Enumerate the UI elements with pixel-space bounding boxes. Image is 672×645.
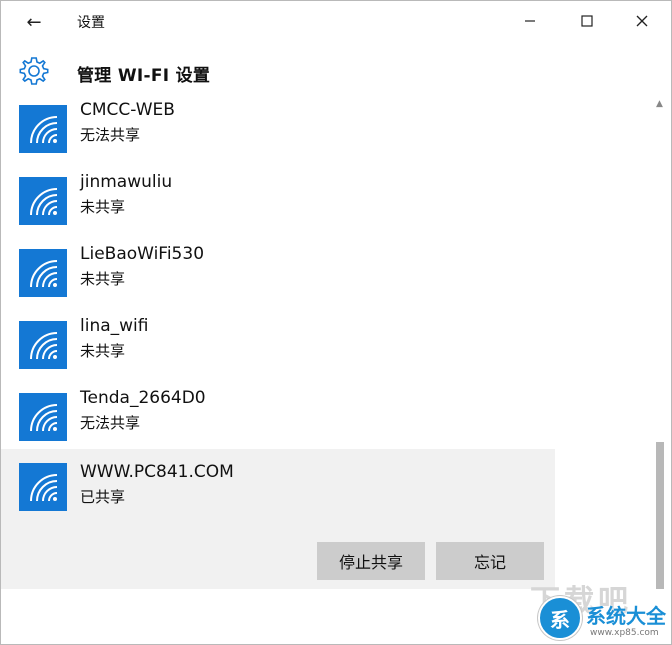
minimize-button[interactable] (515, 7, 545, 35)
network-item[interactable]: CMCC-WEB 无法共享 (1, 99, 555, 167)
network-list: CMCC-WEB 无法共享 jinmawuliu 未共享 LieBaoWiFi5… (1, 99, 671, 589)
wifi-icon (19, 321, 67, 369)
forget-button[interactable]: 忘记 (436, 542, 544, 580)
network-item-selected[interactable]: WWW.PC841.COM 已共享 停止共享 忘记 (1, 449, 555, 589)
minimize-icon (525, 20, 535, 22)
page-title: 管理 WI-FI 设置 (77, 66, 211, 86)
maximize-icon (581, 15, 593, 27)
network-name: LieBaoWiFi530 (80, 244, 205, 264)
stop-sharing-button[interactable]: 停止共享 (317, 542, 425, 580)
network-item[interactable]: lina_wifi 未共享 (1, 311, 555, 383)
watermark-url: www.xp85.com (590, 628, 659, 638)
settings-window: ← 设置 管理 WI-FI 设置 CMCC-WEB 无法共享 jinmawuli… (0, 0, 672, 645)
scroll-thumb[interactable] (656, 442, 664, 589)
network-status: 未共享 (80, 270, 126, 288)
scrollbar[interactable]: ▲ (653, 99, 669, 591)
network-name: WWW.PC841.COM (80, 462, 234, 482)
network-item[interactable]: jinmawuliu 未共享 (1, 167, 555, 239)
network-status: 无法共享 (80, 414, 141, 432)
network-name: Tenda_2664D0 (80, 388, 206, 408)
network-name: CMCC-WEB (80, 100, 175, 120)
wifi-icon (19, 393, 67, 441)
back-arrow-icon[interactable]: ← (21, 11, 47, 33)
network-item[interactable]: LieBaoWiFi530 未共享 (1, 239, 555, 311)
wifi-icon (19, 105, 67, 153)
close-button[interactable] (627, 7, 657, 35)
network-name: jinmawuliu (80, 172, 173, 192)
close-icon (636, 15, 648, 27)
network-status: 无法共享 (80, 126, 141, 144)
watermark: 下载吧 系 系统大全 www.xp85.com (530, 572, 670, 644)
maximize-button[interactable] (572, 7, 602, 35)
network-item[interactable]: Tenda_2664D0 无法共享 (1, 383, 555, 455)
page-header: 管理 WI-FI 设置 (1, 47, 671, 97)
title-bar: ← 设置 (1, 1, 671, 41)
window-title: 设置 (77, 15, 105, 31)
watermark-logo-icon: 系 (538, 596, 582, 640)
network-status: 已共享 (80, 488, 126, 506)
watermark-brand: 系统大全 (586, 604, 666, 628)
network-name: lina_wifi (80, 316, 149, 336)
scroll-up-icon[interactable]: ▲ (656, 99, 663, 109)
gear-icon (19, 57, 49, 85)
wifi-icon (19, 463, 67, 511)
network-status: 未共享 (80, 342, 126, 360)
wifi-icon (19, 249, 67, 297)
network-status: 未共享 (80, 198, 126, 216)
wifi-icon (19, 177, 67, 225)
